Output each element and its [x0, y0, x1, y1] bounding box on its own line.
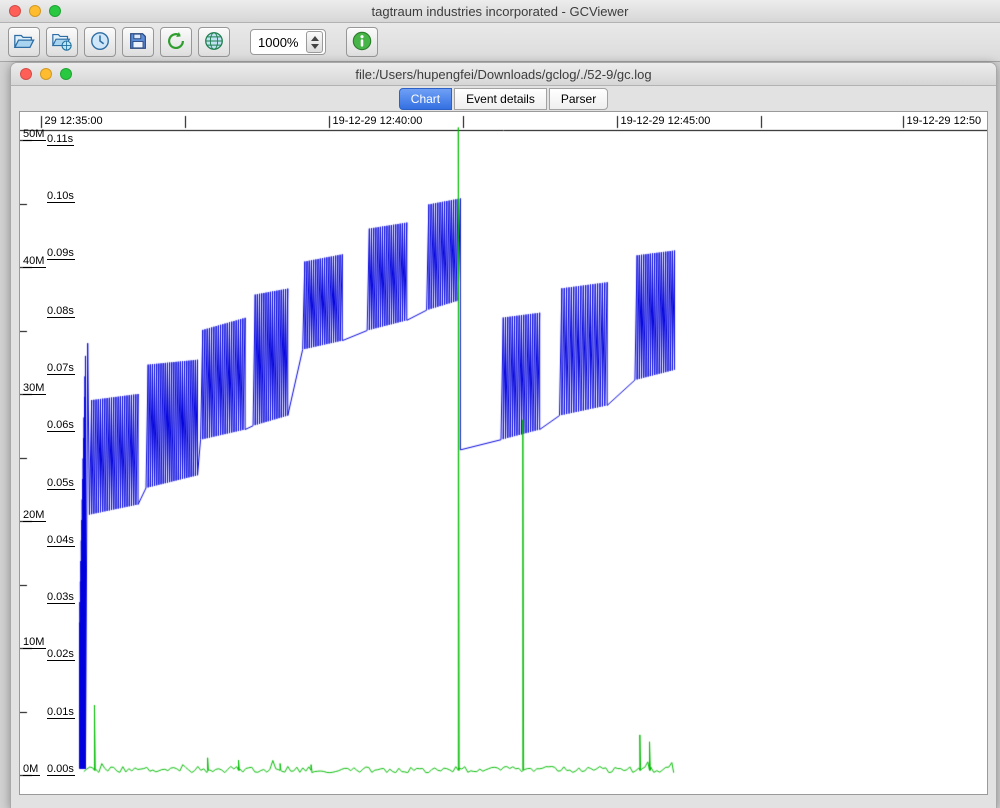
gclog-document-window: file:/Users/hupengfei/Downloads/gclog/./… [10, 62, 997, 808]
zoom-stepper[interactable] [306, 31, 323, 53]
tab-event-details[interactable]: Event details [454, 88, 547, 110]
gc-chart-canvas[interactable] [20, 112, 987, 794]
zoom-button[interactable] [49, 5, 61, 17]
gcviewer-main-window: tagtraum industries incorporated - GCVie… [0, 0, 1000, 808]
view-online-button[interactable] [198, 27, 230, 57]
refresh-arrows-icon [165, 30, 187, 55]
open-url-icon [51, 30, 73, 55]
chart-plot: 29 12:35:0019-12-29 12:40:0019-12-29 12:… [19, 111, 988, 795]
view-tabbar: Chart Event details Parser [11, 86, 996, 112]
refresh-button[interactable] [160, 27, 192, 57]
watch-button[interactable] [84, 27, 116, 57]
minimize-button[interactable] [29, 5, 41, 17]
open-url-button[interactable] [46, 27, 78, 57]
zoom-combobox[interactable]: 1000% [250, 29, 326, 55]
window-controls [0, 5, 61, 17]
globe-icon [203, 30, 225, 55]
close-button[interactable] [20, 68, 32, 80]
stepper-up-icon [311, 36, 319, 41]
outer-titlebar: tagtraum industries incorporated - GCVie… [0, 0, 1000, 23]
about-button[interactable] [346, 27, 378, 57]
document-window-controls [11, 68, 72, 80]
open-file-icon [13, 30, 35, 55]
inner-titlebar: file:/Users/hupengfei/Downloads/gclog/./… [11, 63, 996, 86]
clock-globe-icon [89, 30, 111, 55]
toolbar: 1000% [0, 23, 1000, 62]
tab-parser[interactable]: Parser [549, 88, 608, 110]
stepper-down-icon [311, 44, 319, 49]
open-file-button[interactable] [8, 27, 40, 57]
tab-chart[interactable]: Chart [399, 88, 452, 110]
inner-window-title: file:/Users/hupengfei/Downloads/gclog/./… [11, 67, 996, 82]
export-button[interactable] [122, 27, 154, 57]
outer-window-title: tagtraum industries incorporated - GCVie… [0, 4, 1000, 19]
minimize-button[interactable] [40, 68, 52, 80]
close-button[interactable] [9, 5, 21, 17]
zoom-button[interactable] [60, 68, 72, 80]
save-disk-icon [127, 30, 149, 55]
info-icon [351, 30, 373, 55]
zoom-value[interactable]: 1000% [258, 35, 300, 50]
